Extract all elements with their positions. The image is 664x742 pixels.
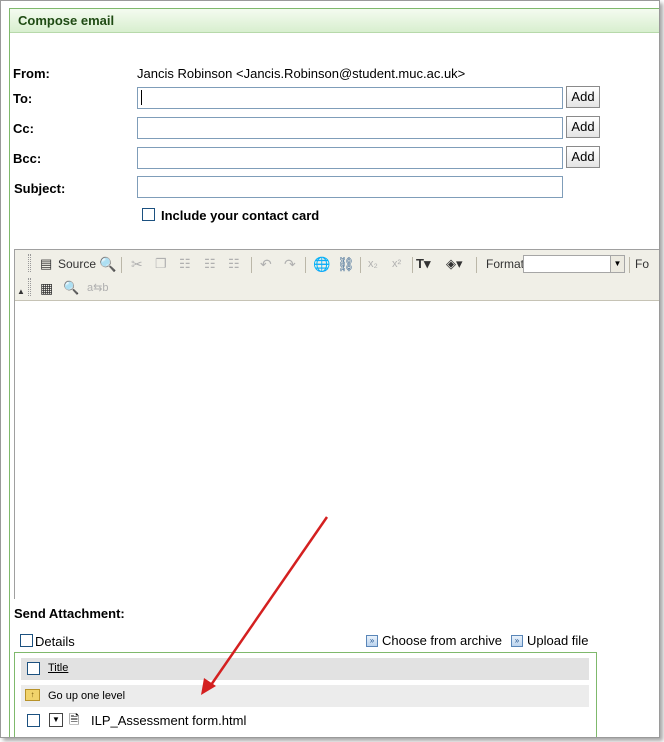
- annotation-arrow: [201, 516, 329, 695]
- compose-window: Compose email From: Jancis Robinson <Jan…: [0, 0, 660, 738]
- annotation-arrow-line: [209, 516, 329, 686]
